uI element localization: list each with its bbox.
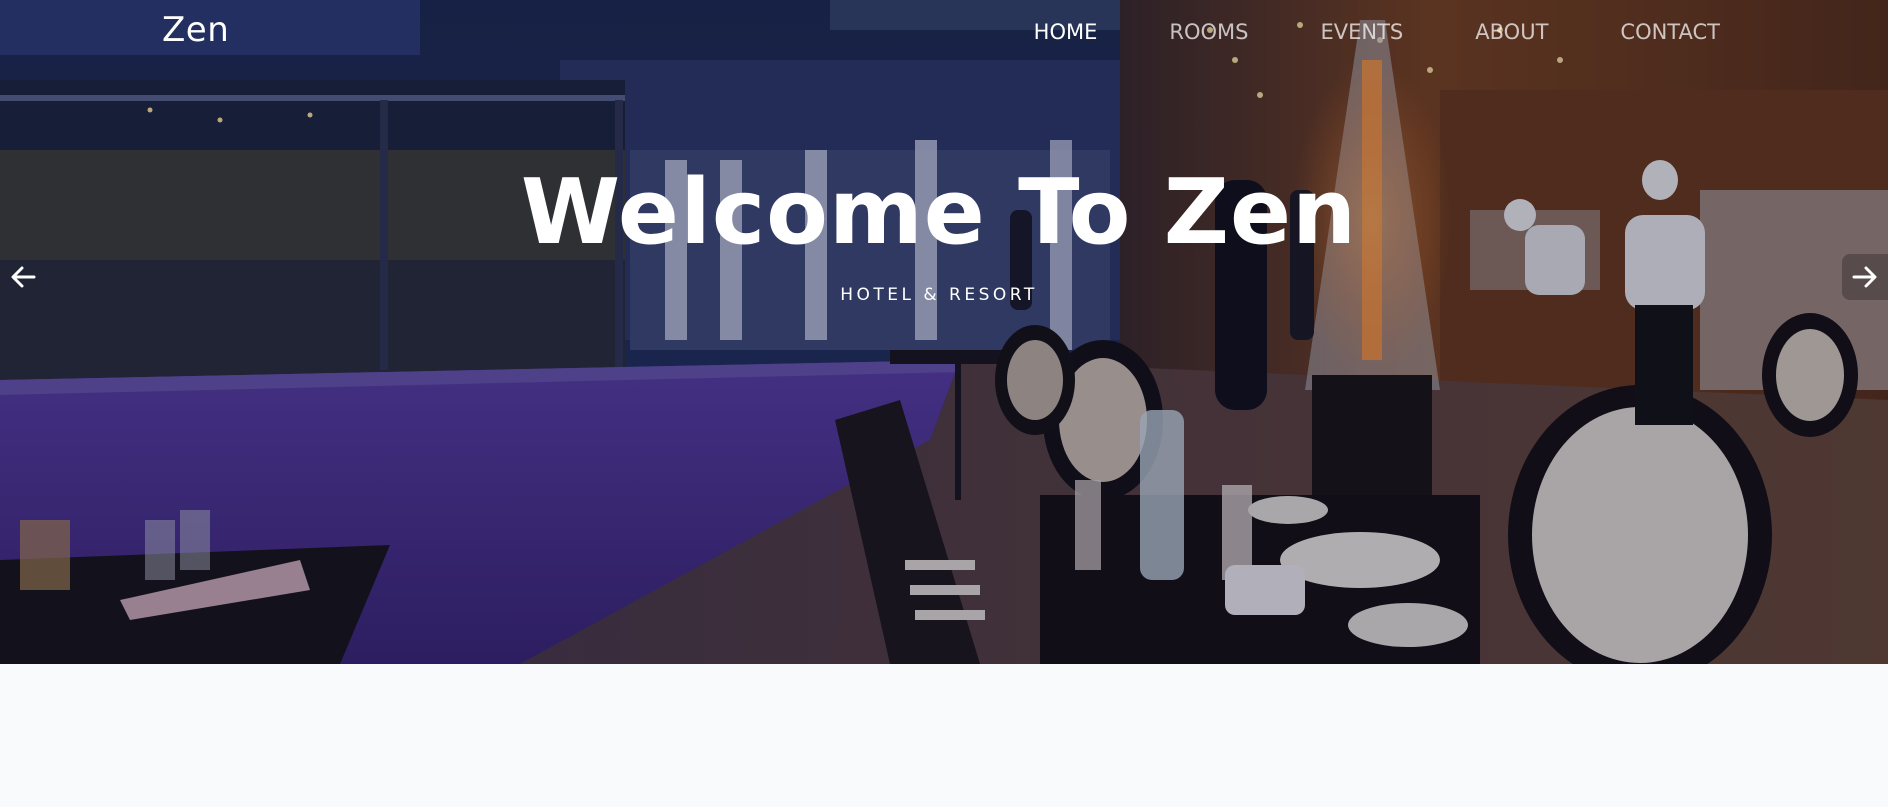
nav-about[interactable]: ABOUT	[1475, 20, 1548, 44]
nav-rooms[interactable]: ROOMS	[1169, 20, 1248, 44]
nav-contact[interactable]: CONTACT	[1620, 20, 1720, 44]
hero-title: Welcome To Zen	[520, 160, 1358, 265]
hero-subtitle: HOTEL & RESORT	[840, 285, 1038, 305]
slider-next-button[interactable]	[1842, 254, 1888, 300]
hero-overlay	[0, 0, 1888, 664]
nav-events[interactable]: EVENTS	[1320, 20, 1403, 44]
page-content-area	[0, 664, 1888, 807]
arrow-right-icon	[1852, 266, 1877, 288]
arrow-left-icon	[11, 266, 36, 288]
main-nav: HOME ROOMS EVENTS ABOUT CONTACT	[962, 20, 1720, 44]
slider-prev-button[interactable]	[0, 254, 46, 300]
nav-home[interactable]: HOME	[1034, 20, 1098, 44]
hero-slider: Zen HOME ROOMS EVENTS ABOUT CONTACT Welc…	[0, 0, 1888, 664]
brand-logo[interactable]: Zen	[162, 10, 229, 50]
